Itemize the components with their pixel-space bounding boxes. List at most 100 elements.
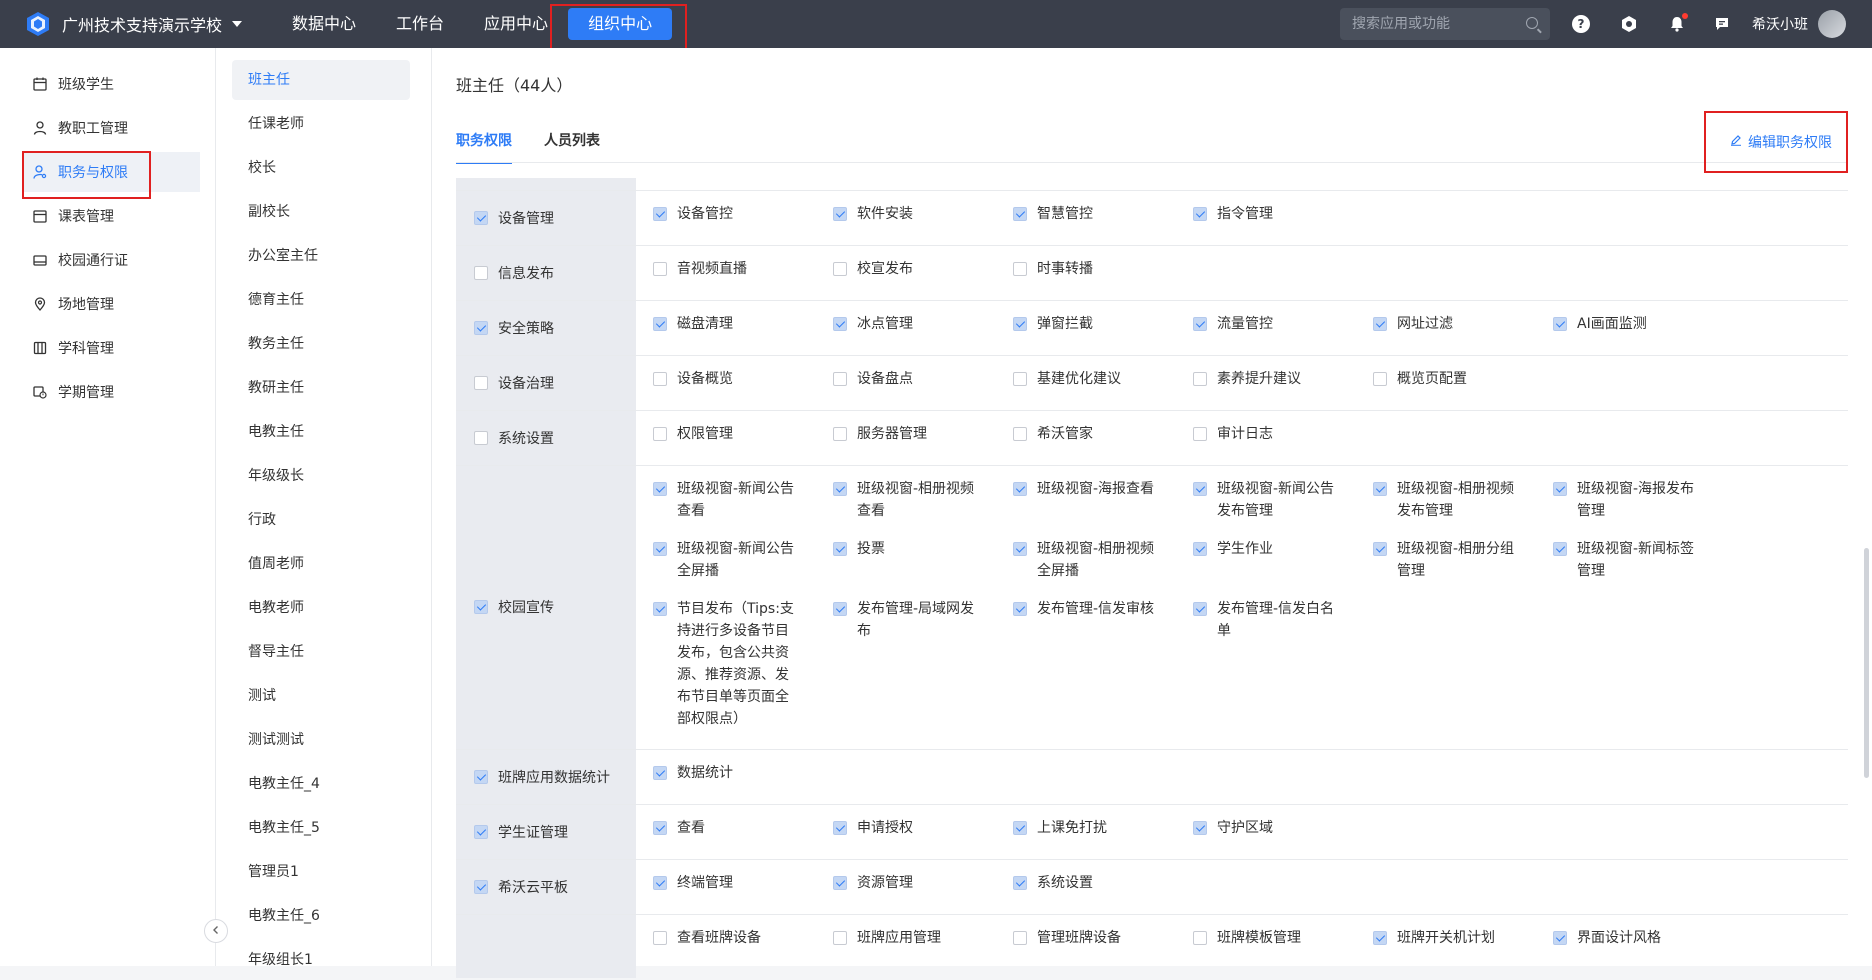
category-checkbox[interactable] bbox=[474, 320, 488, 335]
role-item[interactable]: 电教主任_6 bbox=[232, 896, 410, 936]
permission-checkbox[interactable] bbox=[1013, 262, 1027, 276]
permission-checkbox[interactable] bbox=[1013, 542, 1027, 556]
permission-checkbox[interactable] bbox=[1373, 542, 1387, 556]
permission-checkbox[interactable] bbox=[833, 262, 847, 276]
settings-hexagon-icon[interactable] bbox=[1620, 15, 1638, 33]
role-item[interactable]: 测试 bbox=[232, 676, 410, 716]
sidebar-item-campus-pass[interactable]: 校园通行证 bbox=[22, 240, 200, 280]
permission-checkbox[interactable] bbox=[833, 427, 847, 441]
permission-item[interactable]: 校宣发布 bbox=[833, 258, 978, 280]
permission-checkbox[interactable] bbox=[1013, 372, 1027, 386]
permission-item[interactable]: 发布管理-信发白名单 bbox=[1193, 598, 1338, 642]
permission-category[interactable]: 班牌应用数据统计 bbox=[474, 767, 610, 787]
permission-checkbox[interactable] bbox=[1193, 207, 1207, 221]
category-checkbox[interactable] bbox=[474, 430, 488, 445]
category-checkbox[interactable] bbox=[474, 265, 488, 280]
permission-item[interactable]: 资源管理 bbox=[833, 872, 978, 894]
permission-checkbox[interactable] bbox=[1373, 482, 1387, 496]
permission-checkbox[interactable] bbox=[1013, 207, 1027, 221]
permission-item[interactable]: 查看 bbox=[653, 817, 798, 839]
permission-checkbox[interactable] bbox=[833, 482, 847, 496]
permission-category[interactable]: 设备治理 bbox=[474, 373, 554, 393]
permission-checkbox[interactable] bbox=[1553, 317, 1567, 331]
permission-category[interactable]: 校园宣传 bbox=[474, 597, 554, 617]
sidebar-item-venues[interactable]: 场地管理 bbox=[22, 284, 200, 324]
permission-checkbox[interactable] bbox=[653, 876, 667, 890]
permission-checkbox[interactable] bbox=[1013, 317, 1027, 331]
permission-checkbox[interactable] bbox=[653, 821, 667, 835]
role-item[interactable]: 行政 bbox=[232, 500, 410, 540]
permission-item[interactable]: 设备盘点 bbox=[833, 368, 978, 390]
permission-category[interactable]: 设备管理 bbox=[474, 208, 554, 228]
role-item[interactable]: 德育主任 bbox=[232, 280, 410, 320]
permission-item[interactable]: 学生作业 bbox=[1193, 538, 1338, 560]
permission-item[interactable]: 班级视窗-新闻公告全屏播 bbox=[653, 538, 798, 582]
permission-checkbox[interactable] bbox=[1193, 482, 1207, 496]
permission-item[interactable]: 服务器管理 bbox=[833, 423, 978, 445]
school-switcher[interactable]: 广州技术支持演示学校 bbox=[62, 12, 243, 36]
permission-checkbox[interactable] bbox=[653, 317, 667, 331]
permission-item[interactable]: 班牌开关机计划 bbox=[1373, 927, 1518, 949]
permission-item[interactable]: 管理班牌设备 bbox=[1013, 927, 1158, 949]
permission-item[interactable]: 班级视窗-新闻公告发布管理 bbox=[1193, 478, 1338, 522]
permission-item[interactable]: 冰点管理 bbox=[833, 313, 978, 335]
permission-item[interactable]: 发布管理-信发审核 bbox=[1013, 598, 1158, 620]
permission-item[interactable]: 音视频直播 bbox=[653, 258, 798, 280]
main-scrollbar[interactable] bbox=[1864, 548, 1869, 778]
role-item[interactable]: 教研主任 bbox=[232, 368, 410, 408]
permission-item[interactable]: 班级视窗-相册视频查看 bbox=[833, 478, 978, 522]
sidebar-item-schedule[interactable]: 课表管理 bbox=[22, 196, 200, 236]
permission-item[interactable]: 智慧管控 bbox=[1013, 203, 1158, 225]
permission-item[interactable]: 网址过滤 bbox=[1373, 313, 1518, 335]
permission-checkbox[interactable] bbox=[1373, 317, 1387, 331]
bell-icon[interactable] bbox=[1668, 13, 1688, 33]
permission-checkbox[interactable] bbox=[833, 931, 847, 945]
role-item[interactable]: 电教老师 bbox=[232, 588, 410, 628]
permission-item[interactable]: 设备管控 bbox=[653, 203, 798, 225]
permission-category[interactable]: 学生证管理 bbox=[474, 822, 568, 842]
sidebar-item-class-students[interactable]: 班级学生 bbox=[22, 64, 200, 104]
permission-checkbox[interactable] bbox=[1553, 482, 1567, 496]
user-name[interactable]: 希沃小班 bbox=[1752, 14, 1808, 34]
permission-item[interactable]: AI画面监测 bbox=[1553, 313, 1698, 335]
sidebar-item-subjects[interactable]: 学科管理 bbox=[22, 328, 200, 368]
permission-item[interactable]: 终端管理 bbox=[653, 872, 798, 894]
permission-checkbox[interactable] bbox=[833, 372, 847, 386]
role-item[interactable]: 值周老师 bbox=[232, 544, 410, 584]
role-item[interactable]: 年级组长1 bbox=[232, 940, 410, 980]
permission-checkbox[interactable] bbox=[653, 482, 667, 496]
permission-checkbox[interactable] bbox=[653, 542, 667, 556]
permission-item[interactable]: 磁盘清理 bbox=[653, 313, 798, 335]
category-checkbox[interactable] bbox=[474, 879, 488, 894]
permission-checkbox[interactable] bbox=[653, 602, 667, 616]
permission-checkbox[interactable] bbox=[1193, 602, 1207, 616]
permission-item[interactable]: 指令管理 bbox=[1193, 203, 1338, 225]
permission-category[interactable]: 安全策略 bbox=[474, 318, 554, 338]
permission-checkbox[interactable] bbox=[1013, 602, 1027, 616]
permission-item[interactable]: 审计日志 bbox=[1193, 423, 1338, 445]
permission-checkbox[interactable] bbox=[1013, 482, 1027, 496]
role-item[interactable]: 电教主任 bbox=[232, 412, 410, 452]
role-item[interactable]: 办公室主任 bbox=[232, 236, 410, 276]
permission-checkbox[interactable] bbox=[833, 821, 847, 835]
permission-item[interactable]: 查看班牌设备 bbox=[653, 927, 798, 949]
permission-checkbox[interactable] bbox=[1193, 931, 1207, 945]
role-item[interactable]: 电教主任_4 bbox=[232, 764, 410, 804]
nav-data-center[interactable]: 数据中心 bbox=[272, 8, 376, 40]
permission-item[interactable]: 系统设置 bbox=[1013, 872, 1158, 894]
search-icon[interactable] bbox=[1526, 17, 1538, 29]
sidebar-item-semesters[interactable]: 学期管理 bbox=[22, 372, 200, 412]
role-item[interactable]: 校长 bbox=[232, 148, 410, 188]
role-item[interactable]: 年级级长 bbox=[232, 456, 410, 496]
permission-category[interactable]: 信息发布 bbox=[474, 263, 554, 283]
permission-item[interactable]: 班级视窗-相册视频发布管理 bbox=[1373, 478, 1518, 522]
permission-item[interactable]: 概览页配置 bbox=[1373, 368, 1518, 390]
permission-checkbox[interactable] bbox=[833, 876, 847, 890]
permission-checkbox[interactable] bbox=[1193, 372, 1207, 386]
permission-checkbox[interactable] bbox=[1373, 931, 1387, 945]
permission-item[interactable]: 发布管理-局域网发布 bbox=[833, 598, 978, 642]
permission-item[interactable]: 时事转播 bbox=[1013, 258, 1158, 280]
permission-item[interactable]: 班牌模板管理 bbox=[1193, 927, 1338, 949]
permission-checkbox[interactable] bbox=[833, 207, 847, 221]
permission-category[interactable]: 希沃云平板 bbox=[474, 877, 568, 897]
